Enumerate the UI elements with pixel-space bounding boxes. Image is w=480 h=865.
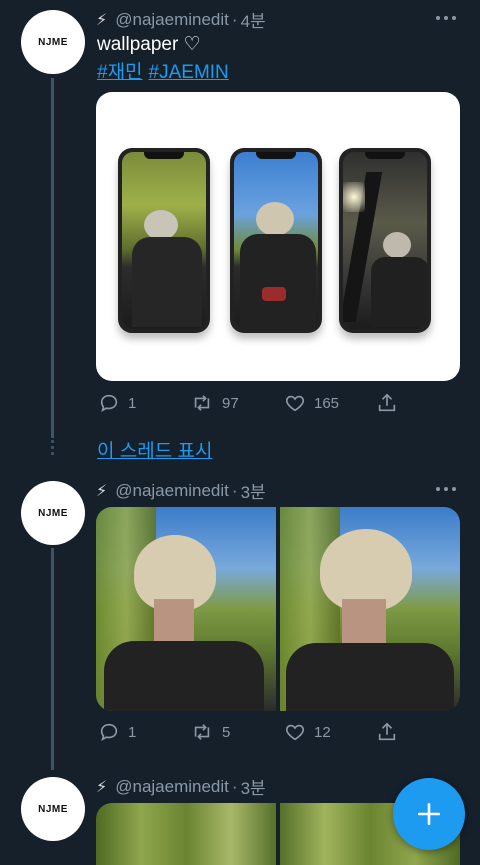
plus-icon — [417, 802, 441, 826]
like-button[interactable]: 12 — [284, 721, 331, 743]
retweet-button[interactable]: 97 — [190, 392, 239, 414]
reply-count: 1 — [128, 394, 137, 412]
tweet-image[interactable] — [96, 803, 276, 865]
tweet-time[interactable]: 3분 — [241, 478, 266, 503]
share-icon — [378, 722, 396, 741]
phone-mockup — [230, 148, 322, 333]
phone-mockup — [339, 148, 431, 333]
phone-mockup — [118, 148, 210, 333]
hashtag-link[interactable]: #재민 — [97, 62, 143, 83]
share-button[interactable] — [376, 392, 406, 414]
reply-count: 1 — [128, 723, 137, 741]
thread-line — [51, 78, 54, 438]
tweet-image[interactable] — [96, 507, 276, 711]
account-badge-icon: ⚡︎ — [96, 778, 108, 796]
avatar[interactable]: NJME — [21, 481, 85, 545]
reply-icon — [100, 723, 118, 742]
share-button[interactable] — [376, 721, 406, 743]
tweet-image[interactable] — [96, 92, 460, 381]
separator-dot: · — [231, 776, 238, 796]
like-count: 12 — [314, 723, 331, 741]
separator-dot: · — [231, 480, 238, 500]
user-handle[interactable]: @najaeminedit — [115, 10, 229, 30]
tweet-image[interactable] — [280, 507, 460, 711]
avatar[interactable]: NJME — [21, 10, 85, 74]
tweet-time[interactable]: 4분 — [241, 7, 266, 32]
tweet-header: ⚡︎ @najaeminedit · 3분 — [96, 478, 266, 503]
like-count: 165 — [314, 394, 340, 412]
tweet-actions: 1 97 165 — [96, 392, 406, 416]
reply-button[interactable]: 1 — [98, 392, 136, 414]
account-badge-icon: ⚡︎ — [96, 482, 108, 500]
more-options-icon[interactable] — [436, 16, 456, 20]
retweet-icon — [194, 395, 210, 411]
like-button[interactable]: 165 — [284, 392, 339, 414]
compose-tweet-button[interactable] — [393, 778, 465, 850]
heart-icon — [286, 724, 304, 741]
tweet-text: wallpaper ♡ — [97, 34, 201, 55]
separator-dot: · — [231, 9, 238, 29]
retweet-icon — [194, 724, 210, 740]
reply-icon — [100, 394, 118, 413]
tweet-image-grid — [96, 507, 460, 711]
tweet-header: ⚡︎ @najaeminedit · 4분 — [96, 7, 266, 32]
show-thread-link[interactable]: 이 스레드 표시 — [97, 436, 212, 463]
retweet-count: 97 — [222, 394, 239, 412]
tweet-actions: 1 5 12 — [96, 721, 406, 745]
share-icon — [378, 393, 396, 412]
account-badge-icon: ⚡︎ — [96, 11, 108, 29]
tweet-header: ⚡︎ @najaeminedit · 3분 — [96, 774, 266, 799]
thread-line — [51, 548, 54, 770]
tweet-time[interactable]: 3분 — [241, 774, 266, 799]
avatar[interactable]: NJME — [21, 777, 85, 841]
reply-button[interactable]: 1 — [98, 721, 136, 743]
more-options-icon[interactable] — [436, 487, 456, 491]
retweet-button[interactable]: 5 — [190, 721, 230, 743]
thread-gap-dots — [51, 440, 54, 458]
hashtag-row: #재민 #JAEMIN — [97, 57, 235, 84]
user-handle[interactable]: @najaeminedit — [115, 777, 229, 797]
retweet-count: 5 — [222, 723, 231, 741]
user-handle[interactable]: @najaeminedit — [115, 481, 229, 501]
hashtag-link[interactable]: #JAEMIN — [149, 62, 229, 83]
heart-icon — [286, 395, 304, 412]
